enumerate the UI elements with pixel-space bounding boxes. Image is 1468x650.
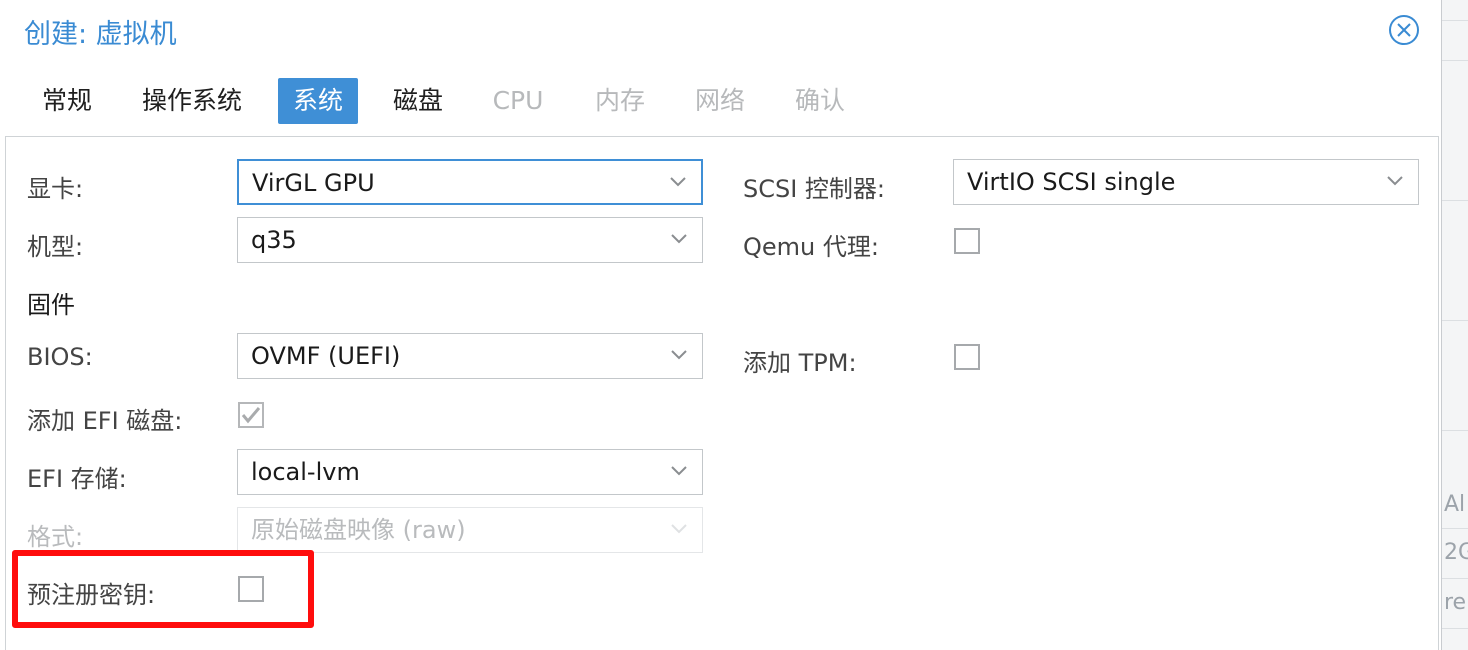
chevron-down-icon [670, 177, 686, 187]
background-divider [1442, 320, 1468, 321]
scsi-controller-label: SCSI 控制器: [743, 175, 886, 203]
background-text: Al [1444, 492, 1466, 517]
background-divider [1442, 430, 1468, 431]
close-button[interactable] [1388, 14, 1420, 46]
machine-value: q35 [251, 226, 297, 254]
background-divider [1442, 20, 1468, 21]
add-tpm-label: 添加 TPM: [743, 349, 857, 377]
pre-enrolled-keys-checkbox[interactable] [238, 576, 264, 602]
bios-select[interactable]: OVMF (UEFI) [237, 333, 703, 379]
background-divider [1442, 628, 1468, 629]
efi-storage-select[interactable]: local-lvm [237, 449, 703, 495]
background-divider [1442, 200, 1468, 201]
qemu-agent-checkbox[interactable] [954, 228, 980, 254]
page: Al 2G re 创建: 虚拟机 常规 操作系统 系统 磁盘 CPU 内存 网络… [0, 0, 1468, 650]
tab-memory[interactable]: 内存 [580, 78, 660, 124]
checkmark-icon [241, 407, 261, 424]
background-text: 2G [1444, 540, 1468, 565]
graphics-card-value: VirGL GPU [252, 169, 375, 197]
background-divider [1442, 528, 1468, 529]
create-vm-dialog: 创建: 虚拟机 常规 操作系统 系统 磁盘 CPU 内存 网络 确认 显卡: V… [0, 0, 1442, 650]
chevron-down-icon [671, 234, 687, 244]
bios-value: OVMF (UEFI) [251, 342, 401, 370]
machine-select[interactable]: q35 [237, 217, 703, 263]
graphics-card-select[interactable]: VirGL GPU [237, 159, 703, 205]
background-divider [1442, 578, 1468, 579]
tab-cpu[interactable]: CPU [478, 78, 558, 124]
chevron-down-icon [671, 466, 687, 476]
add-efi-disk-label: 添加 EFI 磁盘: [27, 407, 183, 435]
chevron-down-icon [671, 524, 687, 534]
background-divider [1442, 60, 1468, 61]
scsi-controller-value: VirtIO SCSI single [967, 168, 1176, 196]
chevron-down-icon [1387, 176, 1403, 186]
efi-storage-label: EFI 存储: [27, 465, 127, 493]
format-select[interactable]: 原始磁盘映像 (raw) [237, 507, 703, 553]
format-value: 原始磁盘映像 (raw) [251, 516, 466, 544]
firmware-section-heading: 固件 [27, 291, 75, 319]
system-form-panel: 显卡: VirGL GPU 机型: q35 固件 BIOS: OVMF (UEF… [5, 136, 1439, 650]
tab-disks[interactable]: 磁盘 [380, 78, 456, 124]
chevron-down-icon [671, 350, 687, 360]
efi-storage-value: local-lvm [251, 458, 360, 486]
wizard-tab-bar: 常规 操作系统 系统 磁盘 CPU 内存 网络 确认 [0, 78, 1440, 124]
tab-network[interactable]: 网络 [680, 78, 760, 124]
qemu-agent-label: Qemu 代理: [743, 233, 879, 261]
close-icon [1389, 15, 1419, 45]
pre-enrolled-keys-label: 预注册密钥: [27, 581, 156, 609]
graphics-card-label: 显卡: [27, 175, 84, 203]
background-app-edge: Al 2G re [1442, 0, 1468, 650]
machine-label: 机型: [27, 233, 84, 261]
tab-general[interactable]: 常规 [28, 78, 106, 124]
tab-os[interactable]: 操作系统 [128, 78, 256, 124]
tab-confirm[interactable]: 确认 [780, 78, 860, 124]
format-label: 格式: [27, 523, 84, 551]
add-efi-disk-checkbox[interactable] [238, 402, 264, 428]
add-tpm-checkbox[interactable] [954, 344, 980, 370]
background-text: re [1444, 590, 1467, 615]
dialog-title: 创建: 虚拟机 [24, 19, 177, 50]
tab-system[interactable]: 系统 [278, 78, 358, 124]
bios-label: BIOS: [27, 343, 93, 371]
scsi-controller-select[interactable]: VirtIO SCSI single [953, 159, 1419, 205]
